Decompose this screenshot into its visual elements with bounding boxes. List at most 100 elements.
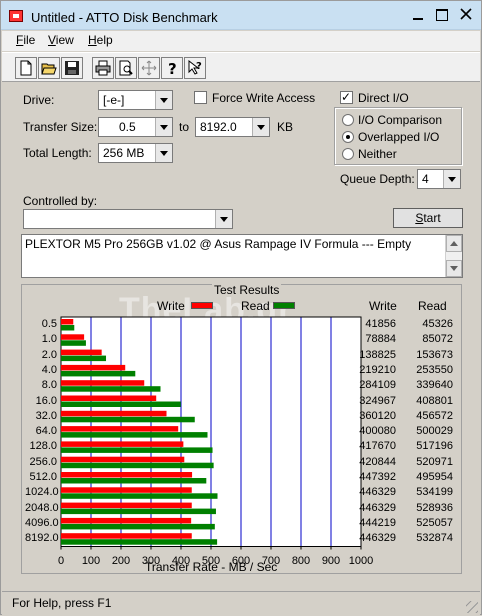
menu-file[interactable]: File bbox=[16, 33, 35, 47]
app-window: Untitled - ATTO Disk Benchmark File View… bbox=[0, 0, 482, 615]
print-icon bbox=[95, 60, 111, 76]
chevron-down-icon[interactable] bbox=[252, 118, 269, 136]
print-preview-icon bbox=[119, 60, 133, 76]
read-value: 517196 bbox=[416, 440, 453, 453]
resize-grip-icon[interactable] bbox=[466, 601, 478, 613]
write-value: 400080 bbox=[359, 425, 396, 438]
controlled-by-label: Controlled by: bbox=[23, 194, 98, 208]
drive-value: [-e-] bbox=[103, 93, 125, 107]
x-tick-label: 0 bbox=[57, 554, 65, 567]
controlled-by-select[interactable] bbox=[23, 209, 233, 229]
write-value: 78884 bbox=[365, 333, 396, 346]
write-column-header: Write bbox=[369, 299, 397, 313]
print-preview-button[interactable] bbox=[115, 57, 137, 79]
results-title: Test Results bbox=[212, 283, 282, 297]
window-title: Untitled - ATTO Disk Benchmark bbox=[31, 10, 218, 25]
transfer-size-from-select[interactable]: 0.5 bbox=[98, 117, 173, 137]
svg-text:?: ? bbox=[168, 60, 177, 76]
write-value: 417670 bbox=[359, 440, 396, 453]
transfer-to-value: 8192.0 bbox=[200, 120, 237, 134]
menu-view[interactable]: View bbox=[48, 33, 74, 47]
io-comparison-label: I/O Comparison bbox=[358, 113, 443, 127]
status-bar: For Help, press F1 bbox=[2, 591, 480, 615]
write-value: 360120 bbox=[359, 409, 396, 422]
description-text: PLEXTOR M5 Pro 256GB v1.02 @ Asus Rampag… bbox=[25, 237, 412, 251]
save-button[interactable] bbox=[61, 57, 83, 79]
queue-depth-label: Queue Depth: bbox=[340, 172, 415, 186]
read-value: 153673 bbox=[416, 348, 453, 361]
overlapped-io-label: Overlapped I/O bbox=[358, 130, 440, 144]
y-tick-label: 8.0 bbox=[41, 379, 57, 392]
x-tick-label: 1000 bbox=[348, 554, 374, 567]
read-value: 532874 bbox=[416, 532, 453, 545]
read-value: 339640 bbox=[416, 379, 453, 392]
total-length-value: 256 MB bbox=[103, 146, 145, 160]
total-length-label: Total Length: bbox=[23, 146, 92, 160]
legend-write-swatch bbox=[191, 302, 213, 309]
menu-help[interactable]: Help bbox=[88, 33, 113, 47]
chart-xlabel: Transfer Rate - MB / Sec bbox=[145, 560, 278, 574]
print-button[interactable] bbox=[92, 57, 114, 79]
legend-read-swatch bbox=[273, 302, 295, 309]
write-value: 219210 bbox=[359, 363, 396, 376]
neither-label: Neither bbox=[358, 147, 397, 161]
direct-io-label: Direct I/O bbox=[358, 91, 409, 105]
scroll-down-icon[interactable] bbox=[446, 260, 462, 277]
drive-select[interactable]: [-e-] bbox=[98, 90, 173, 110]
scroll-up-icon[interactable] bbox=[446, 235, 462, 252]
read-value: 495954 bbox=[416, 471, 453, 483]
maximize-button[interactable] bbox=[435, 8, 449, 22]
x-tick-label: 900 bbox=[321, 554, 341, 567]
y-tick-label: 512.0 bbox=[29, 471, 57, 483]
toolbar: ? ? bbox=[2, 52, 480, 82]
x-tick-label: 200 bbox=[111, 554, 131, 567]
y-tick-label: 64.0 bbox=[35, 425, 57, 438]
write-value: 420844 bbox=[359, 455, 396, 468]
transfer-from-value: 0.5 bbox=[119, 120, 136, 134]
description-textarea[interactable]: PLEXTOR M5 Pro 256GB v1.02 @ Asus Rampag… bbox=[21, 234, 463, 278]
y-tick-label: 4096.0 bbox=[25, 516, 59, 529]
close-button[interactable] bbox=[459, 8, 473, 22]
total-length-select[interactable]: 256 MB bbox=[98, 143, 173, 163]
new-button[interactable] bbox=[15, 57, 37, 79]
chevron-down-icon[interactable] bbox=[155, 118, 172, 136]
overlapped-io-radio[interactable] bbox=[342, 131, 354, 143]
start-button[interactable]: Start bbox=[393, 208, 463, 228]
atto-app-icon bbox=[9, 10, 23, 22]
chevron-down-icon[interactable] bbox=[155, 91, 172, 109]
minimize-button[interactable] bbox=[411, 8, 425, 22]
y-tick-label: 2.0 bbox=[41, 348, 57, 361]
read-value: 456572 bbox=[416, 409, 453, 422]
help-button[interactable]: ? bbox=[161, 57, 183, 79]
read-value: 408801 bbox=[416, 394, 453, 407]
direct-io-checkbox[interactable] bbox=[340, 89, 353, 105]
io-comparison-radio[interactable] bbox=[342, 114, 354, 126]
transfer-size-label: Transfer Size: bbox=[23, 120, 98, 134]
chevron-down-icon[interactable] bbox=[443, 170, 460, 188]
write-value: 284109 bbox=[359, 379, 396, 392]
read-value: 85072 bbox=[422, 333, 453, 346]
new-icon bbox=[20, 60, 32, 76]
open-button[interactable] bbox=[38, 57, 60, 79]
help-icon: ? bbox=[168, 60, 177, 76]
read-column-header: Read bbox=[418, 299, 447, 313]
move-button[interactable] bbox=[138, 57, 160, 79]
chevron-down-icon[interactable] bbox=[215, 210, 232, 228]
write-value: 446329 bbox=[359, 501, 396, 514]
menu-bar: File View Help bbox=[2, 31, 480, 51]
write-value: 446329 bbox=[359, 486, 396, 499]
description-scrollbar[interactable] bbox=[445, 235, 462, 277]
drive-label: Drive: bbox=[23, 93, 55, 107]
legend-write-label: Write bbox=[157, 299, 185, 313]
status-text: For Help, press F1 bbox=[12, 596, 112, 610]
title-bar[interactable]: Untitled - ATTO Disk Benchmark bbox=[1, 1, 481, 30]
queue-depth-select[interactable]: 4 bbox=[417, 169, 461, 189]
neither-radio[interactable] bbox=[342, 148, 354, 160]
transfer-size-to-select[interactable]: 8192.0 bbox=[195, 117, 270, 137]
close-icon bbox=[460, 8, 472, 20]
x-tick-label: 100 bbox=[81, 554, 101, 567]
chevron-down-icon[interactable] bbox=[155, 144, 172, 162]
force-write-checkbox[interactable] bbox=[194, 91, 207, 104]
context-help-button[interactable]: ? bbox=[184, 57, 206, 79]
y-tick-label: 16.0 bbox=[35, 394, 57, 407]
